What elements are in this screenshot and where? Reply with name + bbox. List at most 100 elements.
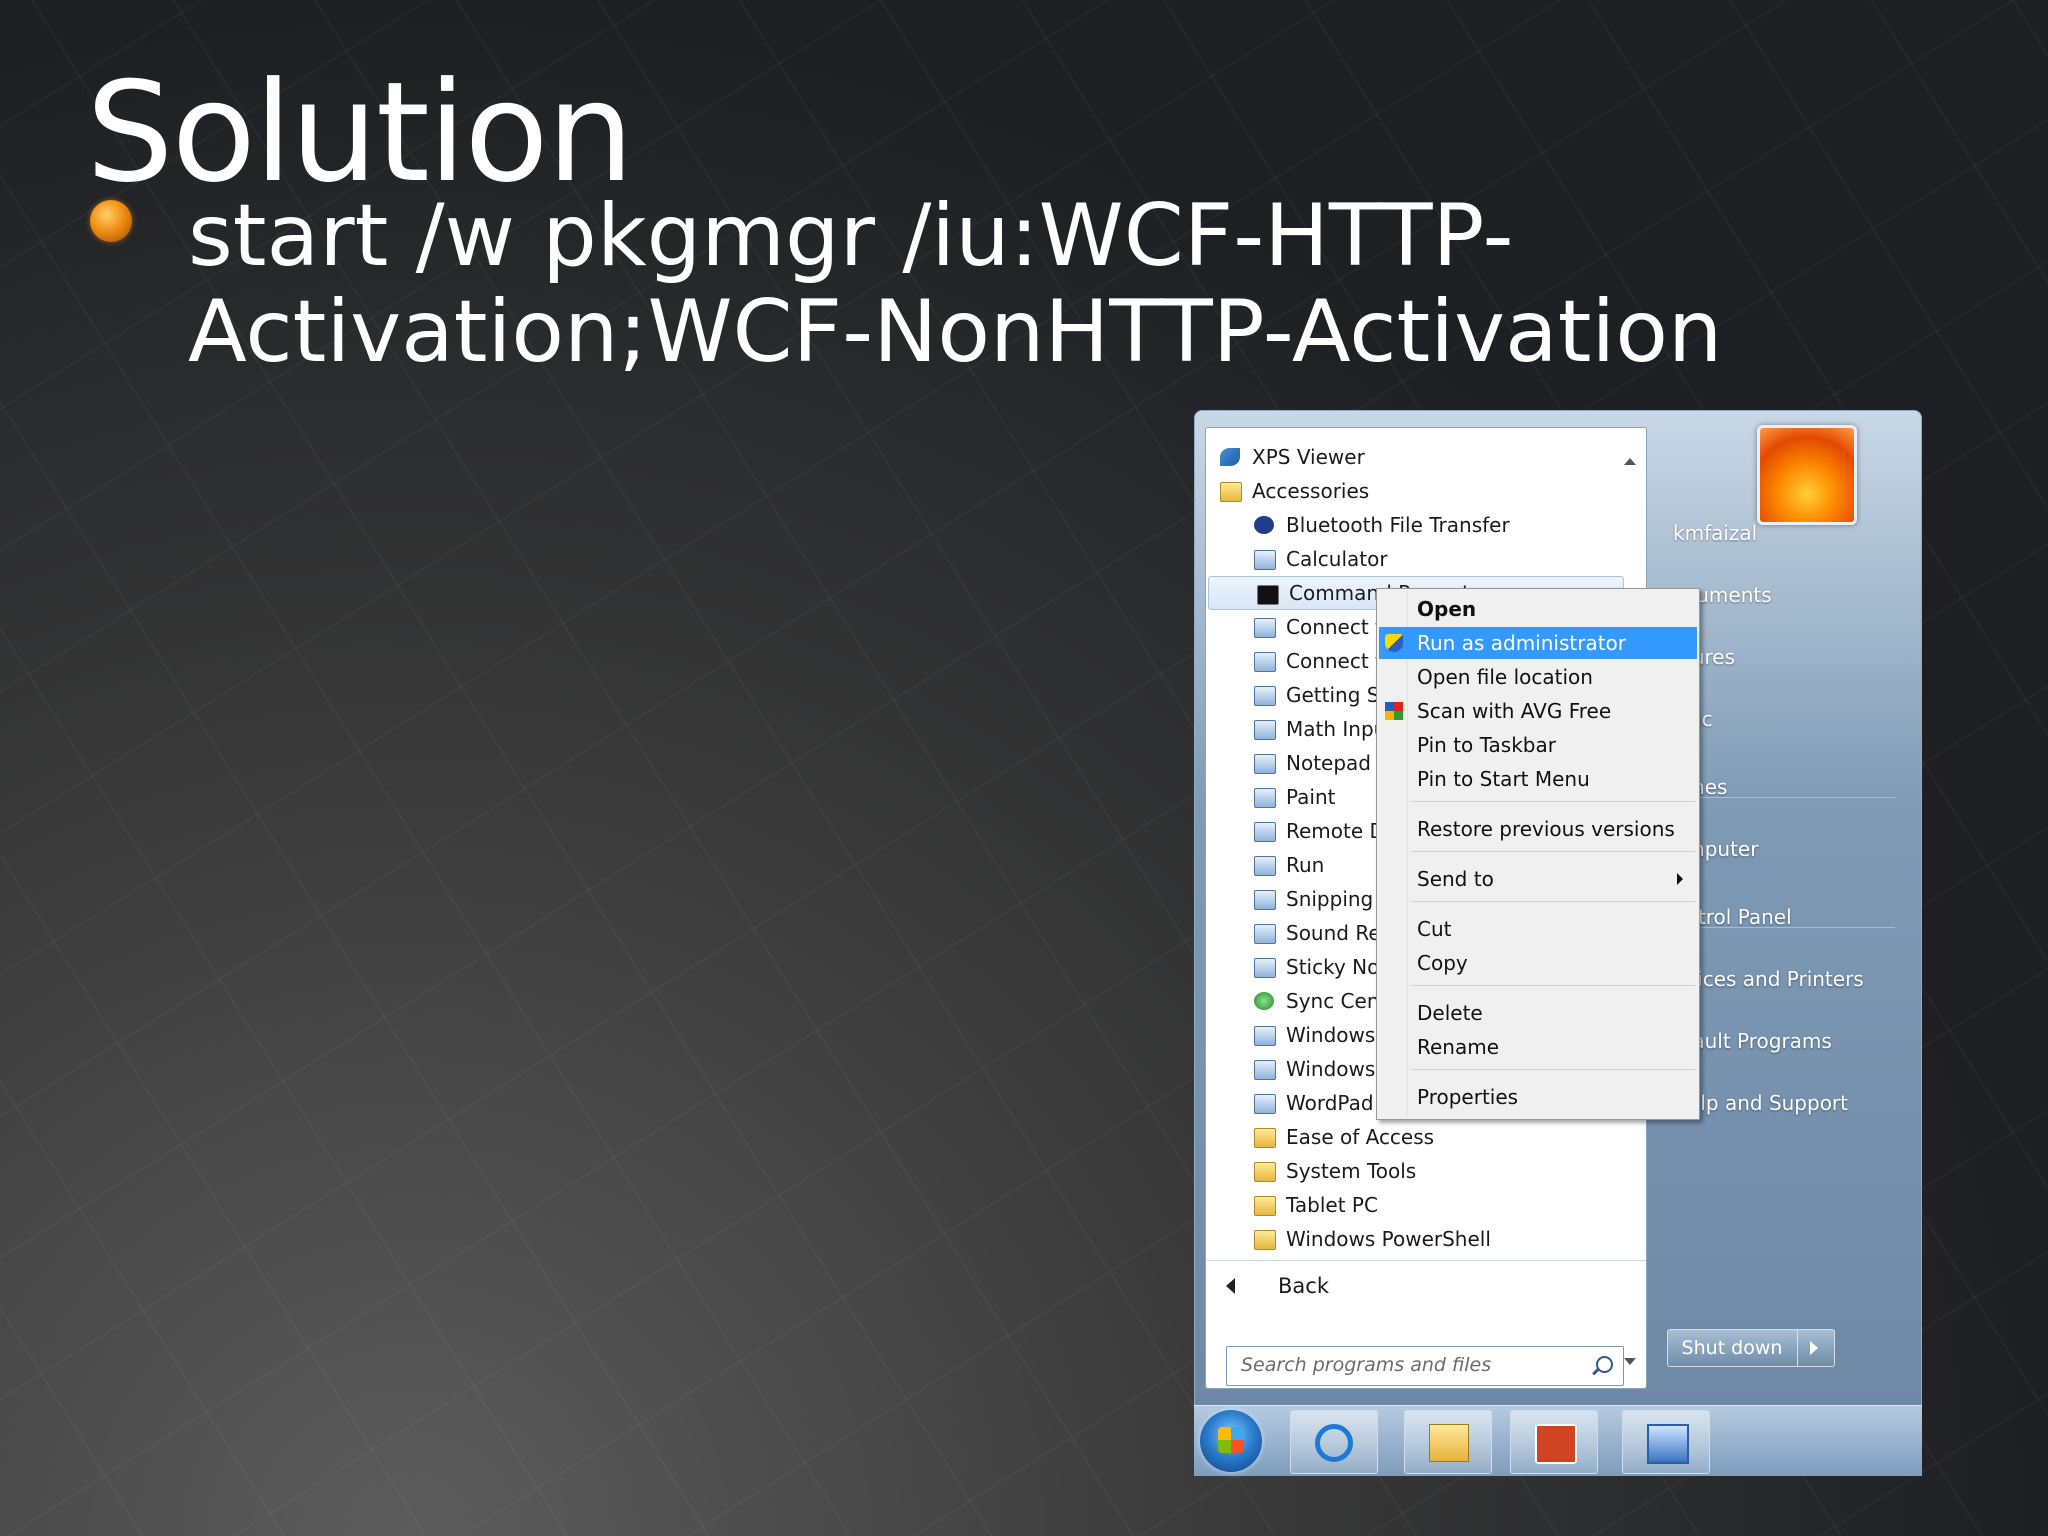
program-label: Windows xyxy=(1286,1023,1376,1047)
remote-desktop-icon xyxy=(1254,822,1276,842)
uac-shield-icon xyxy=(1385,634,1403,652)
taskbar xyxy=(1194,1405,1922,1476)
search-box[interactable] xyxy=(1226,1346,1624,1386)
program-label: Sync Cent xyxy=(1286,989,1388,1013)
command-prompt-icon xyxy=(1257,585,1279,605)
program-label: Sticky Not xyxy=(1286,955,1388,979)
menu-item-send-to[interactable]: Send to xyxy=(1379,863,1697,895)
back-label: Back xyxy=(1278,1274,1329,1298)
program-item[interactable]: Ease of Access xyxy=(1206,1120,1626,1154)
chevron-right-icon xyxy=(1810,1341,1818,1355)
program-label: Notepad xyxy=(1286,751,1371,775)
scroll-up-arrow-icon[interactable] xyxy=(1624,458,1636,465)
getting-started-icon xyxy=(1254,686,1276,706)
program-item[interactable]: Calculator xyxy=(1206,542,1626,576)
avg-icon xyxy=(1385,702,1403,720)
windows-mobility-icon xyxy=(1254,1060,1276,1080)
submenu-arrow-icon xyxy=(1677,873,1683,885)
program-item[interactable]: Tablet PC xyxy=(1206,1188,1626,1222)
folder-icon xyxy=(1254,1196,1276,1216)
menu-separator xyxy=(1411,851,1695,852)
program-label: Connect t xyxy=(1286,615,1383,639)
menu-item-cut[interactable]: Cut xyxy=(1379,913,1697,945)
program-item[interactable]: Accessories xyxy=(1206,474,1626,508)
program-label: Tablet PC xyxy=(1286,1193,1378,1217)
network-projector-icon xyxy=(1254,618,1276,638)
menu-item-label: Scan with AVG Free xyxy=(1417,699,1612,723)
sync-icon xyxy=(1254,992,1274,1010)
shutdown-button[interactable]: Shut down xyxy=(1667,1329,1835,1367)
menu-separator xyxy=(1411,985,1695,986)
menu-item-copy[interactable]: Copy xyxy=(1379,947,1697,979)
program-item[interactable]: Windows PowerShell xyxy=(1206,1222,1626,1256)
program-item[interactable]: XPS Viewer xyxy=(1206,440,1626,474)
powerpoint-icon xyxy=(1535,1424,1577,1464)
menu-item-run-as-administrator[interactable]: Run as administrator xyxy=(1379,627,1697,659)
folder-icon xyxy=(1254,1162,1276,1182)
windows-explorer-icon xyxy=(1429,1424,1469,1462)
bullet-icon xyxy=(90,200,132,242)
run-icon xyxy=(1254,856,1276,876)
shutdown-label: Shut down xyxy=(1681,1337,1783,1359)
bullet-command-text: start /w pkgmgr /iu:WCF-HTTP-Activation;… xyxy=(188,186,1723,382)
search-icon[interactable] xyxy=(1596,1356,1613,1373)
program-label: WordPad xyxy=(1286,1091,1374,1115)
menu-separator xyxy=(1411,801,1695,802)
remote-connect-icon xyxy=(1254,652,1276,672)
program-label: Math Inpu xyxy=(1286,717,1387,741)
program-label: Run xyxy=(1286,853,1325,877)
user-name-link[interactable]: kmfaizal xyxy=(1673,521,1757,545)
program-label: Accessories xyxy=(1252,479,1370,503)
folder-icon xyxy=(1254,1230,1276,1250)
start-button[interactable] xyxy=(1200,1410,1262,1472)
taskbar-windows-explorer-button[interactable] xyxy=(1404,1410,1492,1474)
sticky-notes-icon xyxy=(1254,958,1276,978)
remote-desktop-icon xyxy=(1647,1424,1689,1464)
menu-item-properties[interactable]: Properties xyxy=(1379,1081,1697,1113)
program-label: XPS Viewer xyxy=(1252,445,1365,469)
windows-explorer-icon xyxy=(1254,1026,1276,1046)
program-item[interactable]: Bluetooth File Transfer xyxy=(1206,508,1626,542)
context-menu: Open Run as administrator Open file loca… xyxy=(1376,588,1700,1120)
menu-item-scan-with-avg[interactable]: Scan with AVG Free xyxy=(1379,695,1697,727)
xps-icon xyxy=(1220,448,1240,466)
user-picture-avatar[interactable] xyxy=(1757,425,1857,525)
taskbar-powerpoint-button[interactable] xyxy=(1510,1410,1598,1474)
shutdown-options-button[interactable] xyxy=(1797,1330,1834,1366)
menu-item-open-file-location[interactable]: Open file location xyxy=(1379,661,1697,693)
program-label: Getting St xyxy=(1286,683,1388,707)
program-label: System Tools xyxy=(1286,1159,1417,1183)
search-input[interactable] xyxy=(1227,1347,1595,1383)
bluetooth-icon xyxy=(1254,516,1274,534)
devices-and-printers-link[interactable]: evices and Printers xyxy=(1673,967,1864,991)
snipping-icon xyxy=(1254,890,1276,910)
paint-icon xyxy=(1254,788,1276,808)
math-input-icon xyxy=(1254,720,1276,740)
menu-item-pin-to-start-menu[interactable]: Pin to Start Menu xyxy=(1379,763,1697,795)
microphone-icon xyxy=(1254,924,1276,944)
menu-item-open[interactable]: Open xyxy=(1379,593,1697,625)
internet-explorer-icon xyxy=(1315,1424,1353,1462)
menu-item-pin-to-taskbar[interactable]: Pin to Taskbar xyxy=(1379,729,1697,761)
program-item[interactable]: System Tools xyxy=(1206,1154,1626,1188)
windows-logo-icon xyxy=(1218,1427,1244,1453)
program-label: Windows PowerShell xyxy=(1286,1227,1491,1251)
back-button[interactable]: Back xyxy=(1206,1260,1646,1311)
program-label: Calculator xyxy=(1286,547,1388,571)
menu-separator xyxy=(1411,1069,1695,1070)
program-label: Windows xyxy=(1286,1057,1376,1081)
menu-item-label: Run as administrator xyxy=(1417,631,1627,655)
back-arrow-icon xyxy=(1226,1278,1235,1294)
program-label: Paint xyxy=(1286,785,1336,809)
scroll-down-arrow-icon[interactable] xyxy=(1624,1358,1636,1365)
menu-item-restore-previous-versions[interactable]: Restore previous versions xyxy=(1379,813,1697,845)
taskbar-remote-desktop-button[interactable] xyxy=(1622,1410,1710,1474)
menu-item-delete[interactable]: Delete xyxy=(1379,997,1697,1029)
program-label: Ease of Access xyxy=(1286,1125,1435,1149)
menu-separator xyxy=(1411,901,1695,902)
menu-item-rename[interactable]: Rename xyxy=(1379,1031,1697,1063)
menu-item-label: Send to xyxy=(1417,867,1494,891)
folder-icon xyxy=(1220,482,1242,502)
wordpad-icon xyxy=(1254,1094,1276,1114)
taskbar-internet-explorer-button[interactable] xyxy=(1290,1410,1378,1474)
